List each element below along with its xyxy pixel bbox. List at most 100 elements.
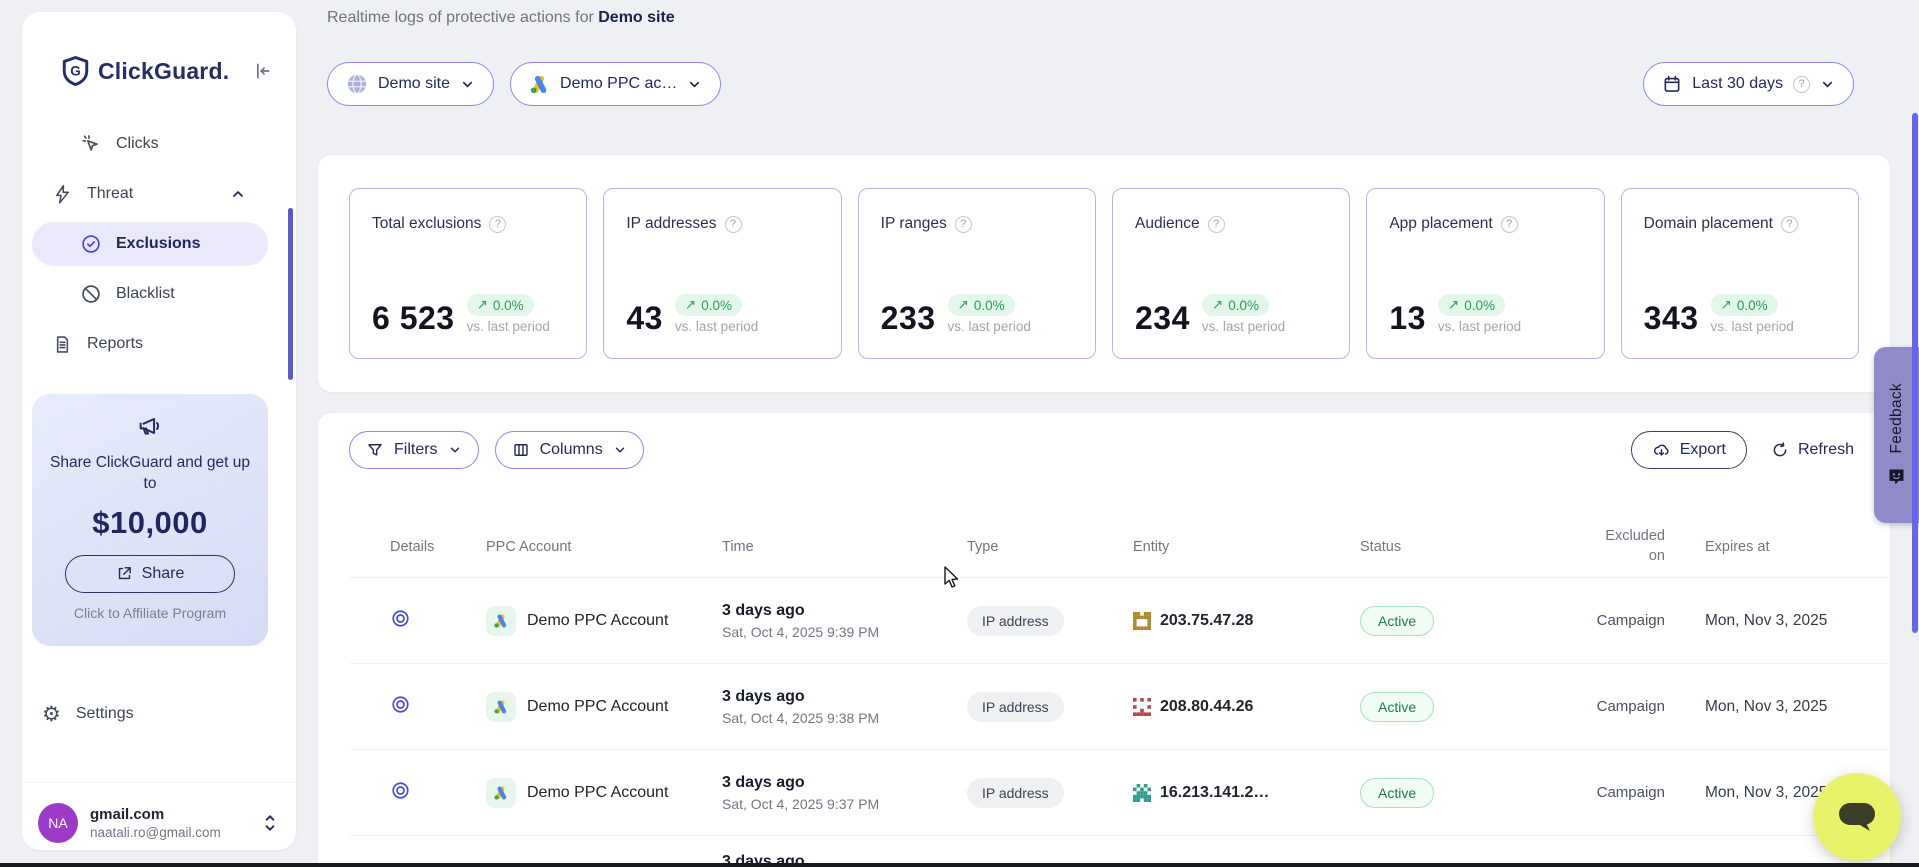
google-ads-icon: [486, 778, 516, 808]
reports-icon: [52, 334, 73, 355]
filters-button[interactable]: Filters: [349, 431, 479, 469]
sidebar-item-label: Exclusions: [116, 235, 200, 253]
site-selector[interactable]: Demo site: [327, 62, 494, 106]
type-badge: IP address: [967, 692, 1064, 722]
user-account-switcher[interactable]: NA gmail.com naatali.ro@gmail.com: [22, 782, 296, 862]
column-header-entity: Entity: [1133, 539, 1360, 555]
export-button[interactable]: Export: [1631, 431, 1747, 469]
stat-label: Audience: [1135, 215, 1200, 233]
user-switcher-icon: [262, 813, 278, 833]
brand-name: ClickGuard.: [98, 58, 229, 85]
stat-card-ip-addresses: IP addresses? 43 ↗0.0% vs. last period: [603, 188, 841, 359]
stat-caption: vs. last period: [675, 319, 758, 334]
svg-text:G: G: [70, 64, 81, 79]
time-relative: 3 days ago: [722, 688, 962, 706]
sidebar-item-label: Settings: [76, 705, 134, 723]
stat-caption: vs. last period: [1438, 319, 1521, 334]
promo-caption: Click to Affiliate Program: [46, 605, 254, 621]
help-icon: ?: [1501, 216, 1518, 233]
sidebar-item-label: Blacklist: [116, 285, 175, 303]
stat-label: Domain placement: [1644, 215, 1773, 233]
sidebar-item-label: Threat: [87, 185, 133, 203]
stat-value: 233: [881, 302, 936, 334]
time-absolute: Sat, Oct 4, 2025 9:38 PM: [722, 710, 962, 726]
page-scrollbar[interactable]: [1912, 113, 1918, 633]
main-content: Realtime logs of protective actions for …: [318, 0, 1890, 867]
exclusions-badge-icon: [80, 233, 102, 255]
affiliate-promo-card[interactable]: Share ClickGuard and get up to $10,000 S…: [32, 394, 268, 646]
stat-caption: vs. last period: [467, 319, 550, 334]
time-absolute: Sat, Oct 4, 2025 9:37 PM: [722, 796, 962, 812]
globe-icon: [346, 73, 368, 95]
share-button[interactable]: Share: [65, 555, 235, 593]
column-header-type: Type: [962, 539, 1133, 555]
stats-panel: Total exclusions? 6 523 ↗0.0% vs. last p…: [318, 155, 1890, 392]
exclusions-table-panel: Filters Columns Export: [318, 413, 1890, 867]
trend-up-icon: ↗: [958, 297, 969, 313]
details-eye-icon[interactable]: [390, 694, 411, 715]
sidebar-item-label: Reports: [87, 335, 143, 353]
trend-up-icon: ↗: [1721, 297, 1732, 313]
subtitle-prefix: Realtime logs of protective actions for: [327, 9, 598, 26]
sidebar-item-blacklist[interactable]: Blacklist: [32, 272, 268, 316]
sidebar-item-clicks[interactable]: Clicks: [32, 122, 268, 166]
sidebar-scrollbar[interactable]: [288, 208, 293, 380]
sidebar-item-threat[interactable]: Threat: [32, 172, 268, 216]
table-row-partial: 3 days ago: [350, 836, 1888, 865]
details-eye-icon[interactable]: [390, 608, 411, 629]
column-header-expires-at: Expires at: [1693, 539, 1888, 555]
stat-card-total-exclusions: Total exclusions? 6 523 ↗0.0% vs. last p…: [349, 188, 587, 359]
help-icon: ?: [725, 216, 742, 233]
column-header-details: Details: [350, 539, 440, 555]
ppc-account-name: Demo PPC Account: [527, 784, 668, 802]
feedback-label: Feedback: [1888, 383, 1906, 453]
table-row: Demo PPC Account 3 days ago Sat, Oct 4, …: [350, 750, 1888, 836]
chevron-up-icon[interactable]: [230, 186, 246, 202]
column-header-time: Time: [722, 539, 962, 555]
user-email: naatali.ro@gmail.com: [90, 825, 221, 840]
stat-label: IP addresses: [626, 215, 716, 233]
entity-value: 203.75.47.28: [1160, 612, 1253, 630]
google-ads-icon: [529, 74, 550, 95]
sidebar-item-exclusions[interactable]: Exclusions: [32, 222, 268, 266]
columns-button[interactable]: Columns: [495, 431, 644, 469]
subtitle-site-name: Demo site: [598, 9, 674, 26]
promo-amount: $10,000: [46, 505, 254, 541]
collapse-sidebar-icon[interactable]: [252, 61, 272, 81]
account-selector[interactable]: Demo PPC ac…: [510, 62, 721, 106]
sidebar-item-settings[interactable]: ⚙ Settings: [42, 694, 134, 734]
trend-up-icon: ↗: [477, 297, 488, 313]
sidebar-item-label: Clicks: [116, 135, 159, 153]
feedback-smiley-icon: [1886, 466, 1907, 487]
stat-label: IP ranges: [881, 215, 947, 233]
share-icon: [116, 565, 133, 582]
calendar-icon: [1662, 74, 1682, 94]
type-badge: IP address: [967, 778, 1064, 808]
chevron-down-icon: [448, 443, 462, 457]
date-range-selector[interactable]: Last 30 days ?: [1643, 62, 1854, 106]
time-relative: 3 days ago: [722, 836, 962, 865]
details-eye-icon[interactable]: [390, 780, 411, 801]
column-header-excluded-on: Excluded on: [1583, 527, 1693, 566]
help-icon: ?: [1781, 216, 1798, 233]
help-icon: ?: [1208, 216, 1225, 233]
status-badge: Active: [1360, 778, 1434, 808]
trend-up-icon: ↗: [1448, 297, 1459, 313]
type-badge: IP address: [967, 606, 1064, 636]
brand-header: G ClickGuard.: [62, 56, 272, 86]
chevron-down-icon: [460, 77, 475, 92]
stat-delta: 0.0%: [493, 298, 524, 313]
help-icon: ?: [489, 216, 506, 233]
help-icon: ?: [1793, 76, 1810, 93]
refresh-button[interactable]: Refresh: [1747, 431, 1860, 469]
time-relative: 3 days ago: [722, 774, 962, 792]
stat-card-audience: Audience? 234 ↗0.0% vs. last period: [1112, 188, 1350, 359]
blacklist-icon: [80, 283, 102, 305]
ppc-account-name: Demo PPC Account: [527, 698, 668, 716]
sidebar-item-reports[interactable]: Reports: [32, 322, 268, 366]
chat-bubble-icon: [1836, 799, 1878, 835]
chat-launcher-button[interactable]: [1813, 773, 1901, 861]
time-relative: 3 days ago: [722, 602, 962, 620]
chevron-down-icon: [687, 77, 702, 92]
export-icon: [1652, 441, 1671, 460]
